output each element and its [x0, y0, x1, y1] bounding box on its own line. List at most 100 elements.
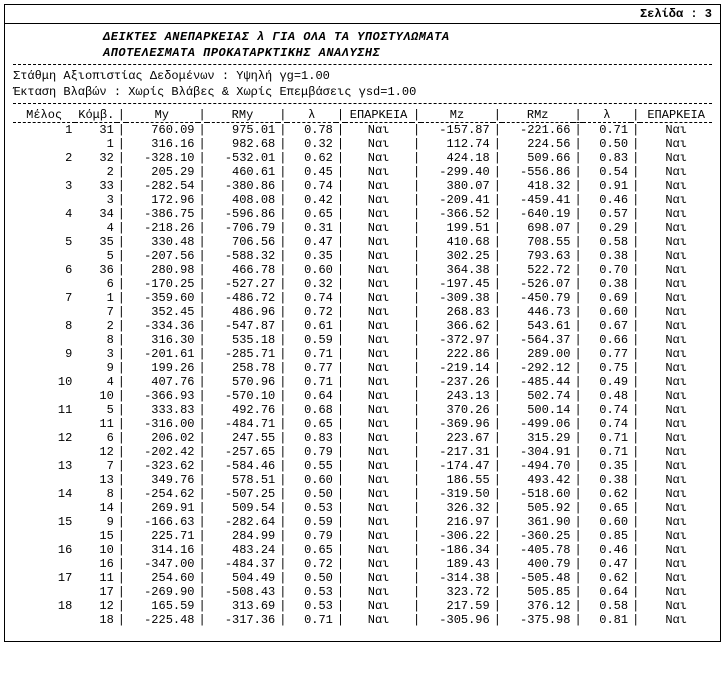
col-sep: |	[198, 108, 207, 123]
cell-sep: |	[336, 207, 345, 221]
cell-mel: 8	[13, 319, 75, 333]
report-title-2: ΑΠΟΤΕΛΕΣΜΑΤΑ ΠΡΟΚΑΤΑΡΚΤΙΚΗΣ ΑΝΑΛΥΣΗΣ	[13, 46, 712, 60]
cell-sep: |	[631, 403, 640, 417]
cell-sep: |	[493, 501, 502, 515]
cell-l2: 0.83	[583, 151, 631, 165]
cell-l1: 0.65	[287, 417, 335, 431]
cell-kom: 8	[75, 487, 117, 501]
cell-sep: |	[573, 319, 582, 333]
cell-sep: |	[336, 557, 345, 571]
cell-sep: |	[573, 515, 582, 529]
cell-sep: |	[573, 361, 582, 375]
cell-e2: Ναι	[640, 375, 712, 389]
cell-rmz: 543.61	[502, 319, 574, 333]
cell-rmz: -459.41	[502, 193, 574, 207]
cell-sep: |	[117, 599, 126, 613]
cell-l2: 0.70	[583, 263, 631, 277]
cell-rmz: -221.66	[502, 123, 574, 137]
cell-sep: |	[117, 501, 126, 515]
cell-mz: -306.22	[421, 529, 493, 543]
cell-sep: |	[117, 375, 126, 389]
cell-e2: Ναι	[640, 151, 712, 165]
col-rmz: RMz	[502, 108, 574, 123]
cell-e1: Ναι	[345, 347, 412, 361]
cell-l1: 0.42	[287, 193, 335, 207]
cell-e1: Ναι	[345, 557, 412, 571]
cell-sep: |	[198, 235, 207, 249]
cell-kom: 8	[75, 333, 117, 347]
cell-sep: |	[573, 389, 582, 403]
cell-rmy: 706.56	[207, 235, 279, 249]
cell-l2: 0.62	[583, 571, 631, 585]
cell-sep: |	[631, 459, 640, 473]
cell-l1: 0.71	[287, 613, 335, 627]
cell-sep: |	[631, 151, 640, 165]
cell-e2: Ναι	[640, 137, 712, 151]
cell-mz: 410.68	[421, 235, 493, 249]
cell-sep: |	[493, 403, 502, 417]
cell-sep: |	[117, 431, 126, 445]
cell-l1: 0.83	[287, 431, 335, 445]
cell-sep: |	[198, 361, 207, 375]
cell-sep: |	[493, 347, 502, 361]
cell-e2: Ναι	[640, 529, 712, 543]
cell-sep: |	[117, 403, 126, 417]
cell-sep: |	[493, 613, 502, 627]
cell-sep: |	[573, 417, 582, 431]
table-row: 18|-225.48|-317.36|0.71|Ναι|-305.96|-375…	[13, 613, 712, 627]
cell-mel: 6	[13, 263, 75, 277]
cell-e2: Ναι	[640, 361, 712, 375]
cell-e1: Ναι	[345, 599, 412, 613]
cell-sep: |	[573, 151, 582, 165]
cell-mel	[13, 249, 75, 263]
cell-sep: |	[631, 501, 640, 515]
cell-e2: Ναι	[640, 221, 712, 235]
cell-l2: 0.71	[583, 123, 631, 137]
cell-kom: 10	[75, 389, 117, 403]
cell-sep: |	[412, 389, 421, 403]
cell-sep: |	[117, 235, 126, 249]
cell-sep: |	[117, 585, 126, 599]
cell-l1: 0.59	[287, 333, 335, 347]
table-row: 15|225.71|284.99|0.79|Ναι|-306.22|-360.2…	[13, 529, 712, 543]
cell-sep: |	[412, 207, 421, 221]
cell-e2: Ναι	[640, 249, 712, 263]
table-row: 8|316.30|535.18|0.59|Ναι|-372.97|-564.37…	[13, 333, 712, 347]
cell-l2: 0.38	[583, 473, 631, 487]
cell-sep: |	[573, 557, 582, 571]
cell-rmz: 400.79	[502, 557, 574, 571]
cell-my: 314.16	[126, 543, 198, 557]
cell-sep: |	[278, 207, 287, 221]
cell-e1: Ναι	[345, 263, 412, 277]
col-sep: |	[573, 108, 582, 123]
cell-sep: |	[278, 529, 287, 543]
cell-e2: Ναι	[640, 347, 712, 361]
cell-sep: |	[412, 319, 421, 333]
col-my: My	[126, 108, 198, 123]
cell-l1: 0.68	[287, 403, 335, 417]
cell-sep: |	[412, 151, 421, 165]
cell-my: -316.00	[126, 417, 198, 431]
table-row: 126|206.02|247.55|0.83|Ναι|223.67|315.29…	[13, 431, 712, 445]
cell-mel: 4	[13, 207, 75, 221]
cell-l1: 0.64	[287, 389, 335, 403]
cell-sep: |	[278, 501, 287, 515]
cell-sep: |	[412, 529, 421, 543]
cell-mel	[13, 361, 75, 375]
cell-my: -359.60	[126, 291, 198, 305]
cell-l2: 0.66	[583, 333, 631, 347]
cell-sep: |	[573, 333, 582, 347]
cell-sep: |	[631, 165, 640, 179]
cell-sep: |	[336, 529, 345, 543]
cell-sep: |	[412, 417, 421, 431]
cell-rmz: -499.06	[502, 417, 574, 431]
cell-kom: 9	[75, 515, 117, 529]
cell-mel: 9	[13, 347, 75, 361]
cell-kom: 3	[75, 347, 117, 361]
cell-e2: Ναι	[640, 263, 712, 277]
cell-rmy: -532.01	[207, 151, 279, 165]
cell-kom: 17	[75, 585, 117, 599]
cell-sep: |	[573, 137, 582, 151]
cell-rmy: 975.01	[207, 123, 279, 137]
cell-e1: Ναι	[345, 165, 412, 179]
